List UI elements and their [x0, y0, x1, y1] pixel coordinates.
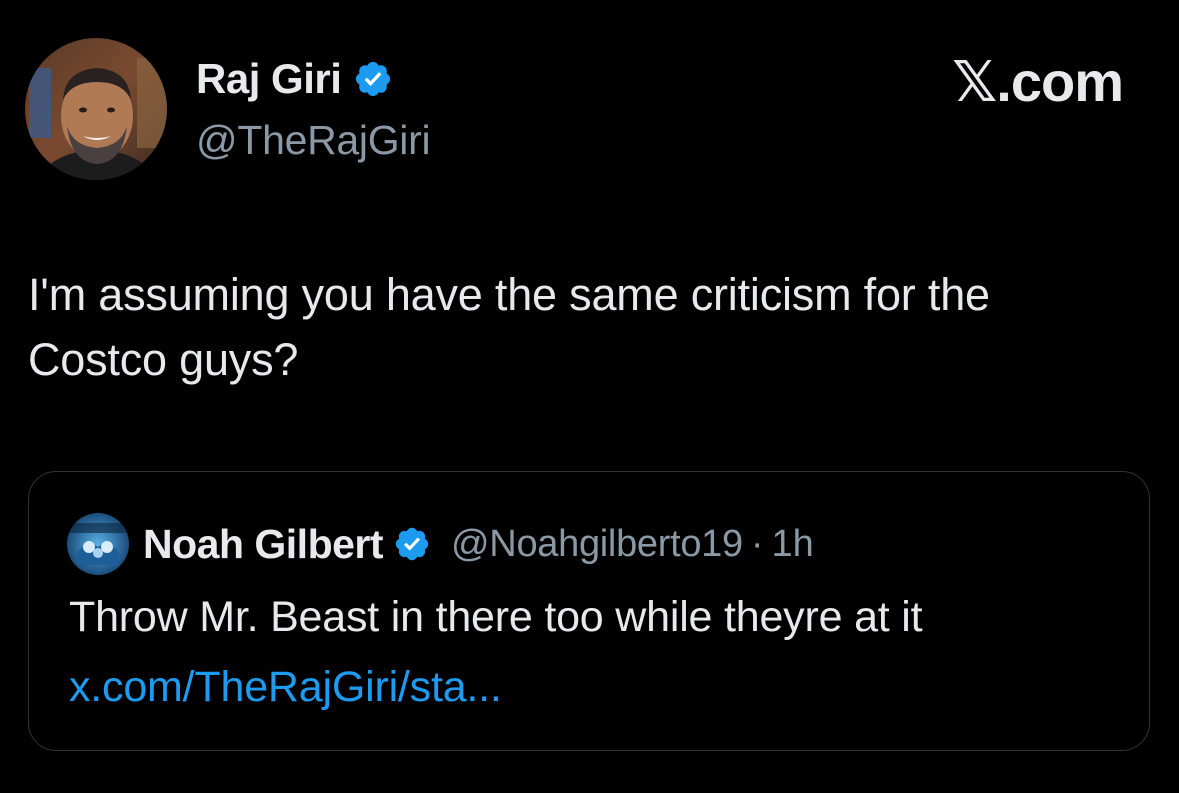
quoted-tweet-timestamp[interactable]: 1h: [772, 523, 814, 566]
quoted-author-avatar[interactable]: [67, 513, 129, 575]
author-name[interactable]: Raj Giri: [196, 52, 342, 106]
separator-dot: ·: [750, 522, 764, 565]
the-boyz-logo-avatar-icon: [67, 513, 129, 575]
quoted-tweet-text: Throw Mr. Beast in there too while theyr…: [69, 593, 923, 641]
quoted-author-handle[interactable]: @Noahgilberto19: [451, 523, 743, 566]
quoted-tweet-link[interactable]: x.com/TheRajGiri/sta...: [69, 659, 502, 715]
verified-badge-icon: [353, 59, 393, 99]
tweet-text: I'm assuming you have the same criticism…: [28, 269, 990, 385]
person-photo-avatar-icon: [25, 38, 167, 180]
author-handle[interactable]: @TheRajGiri: [196, 114, 431, 166]
x-logo: 𝕏.com: [952, 50, 1124, 113]
quoted-author-name[interactable]: Noah Gilbert: [143, 521, 384, 568]
quoted-tweet-header: Noah Gilbert @Noahgilberto19 · 1h: [67, 513, 814, 575]
quoted-tweet-card[interactable]: Noah Gilbert @Noahgilberto19 · 1h Throw …: [28, 471, 1150, 751]
author-avatar[interactable]: [25, 38, 167, 180]
author-name-row: Raj Giri: [196, 52, 393, 106]
verified-badge-icon: [393, 525, 431, 563]
